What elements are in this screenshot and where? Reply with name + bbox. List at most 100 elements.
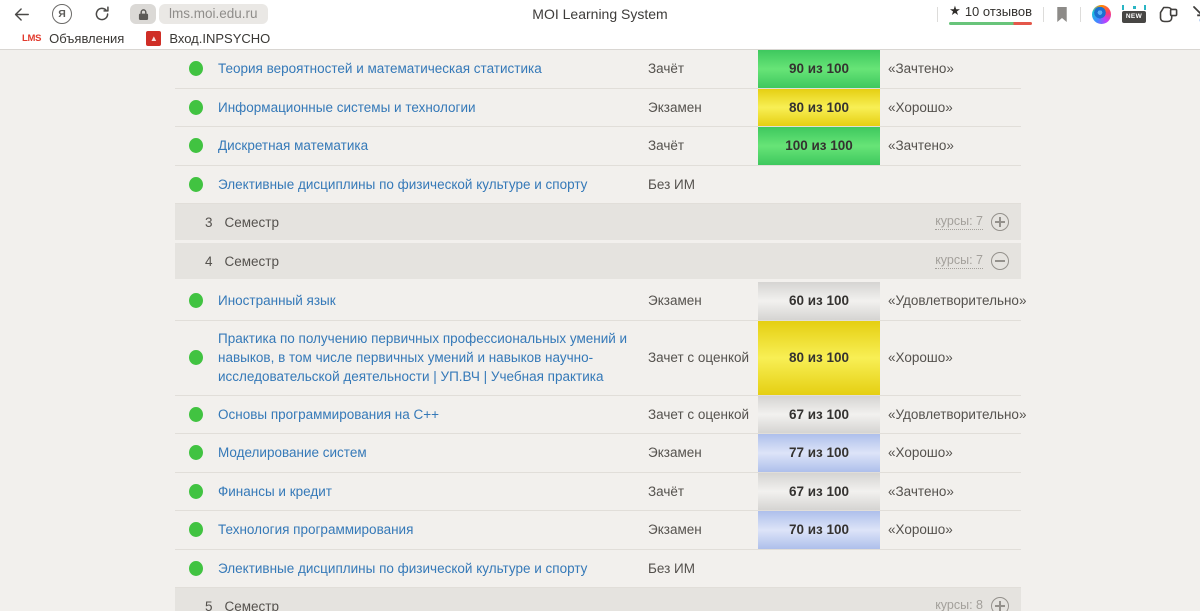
status-dot-icon bbox=[189, 522, 203, 537]
course-row: Практика по получению первичных професси… bbox=[175, 321, 1021, 396]
toolbar-right-cluster: ★ 10 отзывов NEW bbox=[937, 3, 1200, 25]
page-content: Теория вероятностей и математическая ста… bbox=[0, 50, 1200, 611]
lms-favicon: LMS bbox=[22, 33, 41, 44]
collapse-icon[interactable] bbox=[991, 252, 1009, 270]
score-cell: 70 из 100 bbox=[758, 511, 880, 549]
semester-courses-link[interactable]: курсы: 7 bbox=[935, 253, 983, 269]
status-dot-icon bbox=[189, 177, 203, 192]
divider bbox=[1080, 7, 1081, 22]
camera-brackets-icon bbox=[1122, 5, 1146, 10]
status-dot-col bbox=[175, 350, 218, 365]
score-col: 70 из 100 bbox=[758, 511, 880, 549]
course-name-col: Теория вероятностей и математическая ста… bbox=[218, 59, 648, 78]
status-dot-icon bbox=[189, 138, 203, 153]
score-col: 90 из 100 bbox=[758, 50, 880, 88]
course-name-col: Основы программирования на C++ bbox=[218, 405, 648, 424]
inpsycho-favicon: ▲ bbox=[146, 31, 161, 46]
course-row: Иностранный языкЭкзамен60 из 100«Удовлет… bbox=[175, 282, 1021, 321]
address-bar[interactable]: lms.moi.edu.ru bbox=[130, 4, 268, 24]
url-text[interactable]: lms.moi.edu.ru bbox=[159, 4, 268, 24]
course-name-col: Технология программирования bbox=[218, 520, 648, 539]
download-button[interactable] bbox=[1190, 4, 1200, 24]
rating-bar bbox=[949, 22, 1032, 25]
grade-label: «Зачтено» bbox=[880, 138, 1021, 153]
grade-label: «Хорошо» bbox=[880, 445, 1021, 460]
grade-label: «Зачтено» bbox=[880, 484, 1021, 499]
status-dot-col bbox=[175, 484, 218, 499]
collections-button[interactable] bbox=[1157, 5, 1179, 24]
status-dot-col bbox=[175, 445, 218, 460]
refresh-button[interactable] bbox=[92, 4, 112, 24]
semester-row: 4Семестркурсы: 7 bbox=[175, 243, 1021, 279]
exam-type-label: Экзамен bbox=[648, 522, 758, 537]
expand-icon[interactable] bbox=[991, 213, 1009, 231]
score-col bbox=[758, 550, 880, 588]
site-security-chip[interactable] bbox=[130, 4, 156, 24]
course-link[interactable]: Информационные системы и технологии bbox=[218, 100, 476, 115]
course-name-col: Моделирование систем bbox=[218, 443, 648, 462]
course-link[interactable]: Основы программирования на C++ bbox=[218, 407, 439, 422]
new-badge-label: NEW bbox=[1122, 11, 1146, 23]
exam-type-label: Экзамен bbox=[648, 445, 758, 460]
status-dot-col bbox=[175, 177, 218, 192]
score-cell: 80 из 100 bbox=[758, 321, 880, 395]
course-row: Моделирование систем Экзамен77 из 100«Хор… bbox=[175, 434, 1021, 473]
score-cell: 67 из 100 bbox=[758, 473, 880, 511]
course-link[interactable]: Элективные дисциплины по физической куль… bbox=[218, 177, 587, 192]
gradebook-table: Теория вероятностей и математическая ста… bbox=[175, 50, 1021, 611]
course-name-col: Финансы и кредит bbox=[218, 482, 648, 501]
collections-icon bbox=[1158, 5, 1179, 23]
star-icon: ★ bbox=[949, 3, 961, 19]
score-cell: 77 из 100 bbox=[758, 434, 880, 472]
course-name-col: Информационные системы и технологии bbox=[218, 98, 648, 117]
score-cell: 60 из 100 bbox=[758, 282, 880, 320]
course-link[interactable]: Элективные дисциплины по физической куль… bbox=[218, 561, 587, 576]
course-link[interactable]: Дискретная математика bbox=[218, 138, 368, 153]
bookmark-button[interactable] bbox=[1055, 6, 1069, 23]
course-link[interactable]: Финансы и кредит bbox=[218, 484, 332, 499]
status-dot-icon bbox=[189, 484, 203, 499]
score-col: 60 из 100 bbox=[758, 282, 880, 320]
course-link[interactable]: Моделирование систем bbox=[218, 445, 367, 460]
expand-icon[interactable] bbox=[991, 597, 1009, 611]
yandex-logo-icon[interactable]: Я bbox=[52, 4, 72, 24]
screenshot-new-icon[interactable]: NEW bbox=[1122, 5, 1146, 23]
bookmark-item-announcements[interactable]: LMS Объявления bbox=[22, 31, 124, 46]
course-name-col: Элективные дисциплины по физической куль… bbox=[218, 175, 648, 194]
semester-courses-link[interactable]: курсы: 8 bbox=[935, 598, 983, 611]
exam-type-label: Без ИМ bbox=[648, 561, 758, 576]
course-link[interactable]: Иностранный язык bbox=[218, 293, 336, 308]
course-row: Теория вероятностей и математическая ста… bbox=[175, 50, 1021, 89]
exam-type-label: Экзамен bbox=[648, 293, 758, 308]
score-col: 67 из 100 bbox=[758, 396, 880, 434]
bookmarks-bar: LMS Объявления ▲ Вход.INPSYCHO bbox=[0, 28, 1200, 50]
exam-type-label: Зачёт bbox=[648, 484, 758, 499]
course-link[interactable]: Практика по получению первичных професси… bbox=[218, 331, 627, 384]
semester-courses-link[interactable]: курсы: 7 bbox=[935, 214, 983, 230]
semester-label: Семестр bbox=[225, 599, 280, 611]
status-dot-icon bbox=[189, 100, 203, 115]
page-title: MOI Learning System bbox=[532, 0, 667, 28]
bookmark-item-inpsycho[interactable]: ▲ Вход.INPSYCHO bbox=[146, 31, 270, 46]
course-name-col: Элективные дисциплины по физической куль… bbox=[218, 559, 648, 578]
status-dot-icon bbox=[189, 407, 203, 422]
score-cell: 100 из 100 bbox=[758, 127, 880, 165]
score-col: 100 из 100 bbox=[758, 127, 880, 165]
score-col: 80 из 100 bbox=[758, 89, 880, 127]
course-row: Основы программирования на C++Зачет с оц… bbox=[175, 396, 1021, 435]
site-reviews-button[interactable]: ★ 10 отзывов bbox=[949, 3, 1032, 25]
grade-label: «Хорошо» bbox=[880, 522, 1021, 537]
course-name-col: Практика по получению первичных професси… bbox=[218, 329, 648, 386]
score-col bbox=[758, 166, 880, 204]
back-arrow-icon bbox=[12, 5, 31, 24]
reviews-count-label: 10 отзывов bbox=[965, 4, 1032, 19]
course-row: Информационные системы и технологииЭкзам… bbox=[175, 89, 1021, 128]
exam-type-label: Зачёт bbox=[648, 61, 758, 76]
course-link[interactable]: Технология программирования bbox=[218, 522, 413, 537]
back-button[interactable] bbox=[10, 3, 32, 25]
course-row: Технология программирования Экзамен70 из … bbox=[175, 511, 1021, 550]
score-cell: 67 из 100 bbox=[758, 396, 880, 434]
course-link[interactable]: Теория вероятностей и математическая ста… bbox=[218, 61, 542, 76]
divider bbox=[937, 7, 938, 22]
extension-circle-icon[interactable] bbox=[1092, 5, 1111, 24]
